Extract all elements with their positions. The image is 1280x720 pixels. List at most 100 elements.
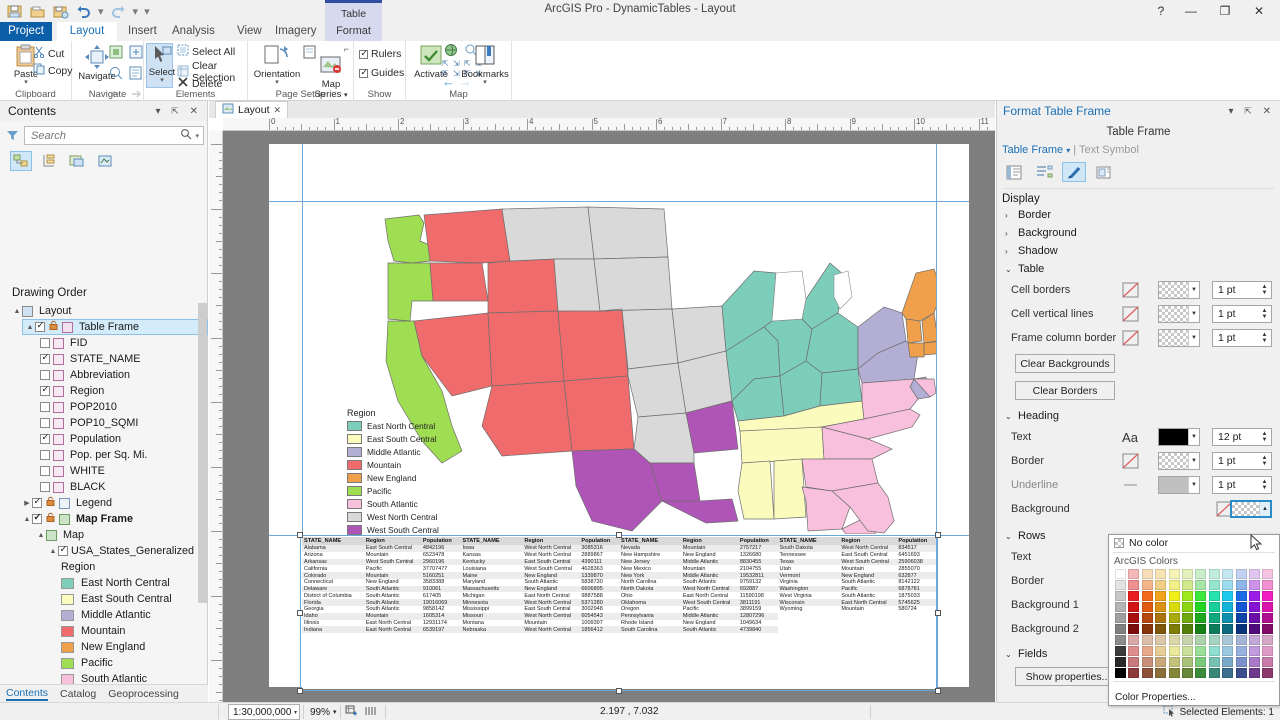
color-swatch[interactable] (1222, 657, 1234, 667)
color-swatch[interactable] (1168, 668, 1180, 678)
field-checkbox[interactable] (40, 482, 50, 492)
toc-row-field[interactable]: Population (0, 431, 208, 447)
toc-row-table-frame[interactable]: ▲ Table Frame (22, 319, 208, 335)
color-swatch[interactable] (1155, 602, 1167, 612)
toc-row-layout[interactable]: ▲ Layout (0, 303, 208, 319)
section-table[interactable]: ⌄ Table (997, 260, 1280, 278)
symbology-swatch[interactable] (61, 673, 74, 685)
color-swatch[interactable] (1128, 591, 1140, 601)
color-swatch[interactable] (1235, 569, 1247, 579)
color-swatch[interactable] (1128, 624, 1140, 634)
color-swatch[interactable] (1181, 569, 1193, 579)
color-swatch[interactable] (1208, 602, 1220, 612)
search-input-wrapper[interactable]: ▾ (24, 126, 204, 145)
heading-text-color-picker[interactable]: ▼ (1158, 428, 1200, 446)
color-swatch[interactable] (1195, 646, 1207, 656)
zoom-to-selection-icon[interactable] (108, 65, 126, 84)
visibility-checkbox[interactable] (58, 544, 68, 556)
color-swatch[interactable] (1168, 602, 1180, 612)
map-scale-combobox[interactable]: 1:30,000,000 ▾ (228, 704, 300, 720)
color-swatch[interactable] (1208, 635, 1220, 645)
stepper[interactable]: ▲ ▼ (1259, 282, 1270, 298)
color-swatch[interactable] (1222, 613, 1234, 623)
table-frame-placement-tab[interactable] (1092, 162, 1116, 182)
color-swatch[interactable] (1235, 646, 1247, 656)
field-checkbox[interactable] (40, 352, 50, 364)
no-symbol-icon[interactable] (1120, 305, 1140, 323)
search-input[interactable] (29, 128, 175, 143)
map-legend-element[interactable]: Region East North Central East South Cent… (347, 408, 439, 537)
color-swatch[interactable] (1141, 668, 1153, 678)
selection-handle[interactable] (297, 688, 303, 694)
color-swatch[interactable] (1248, 624, 1260, 634)
chevron-down-icon[interactable]: ▾ (333, 708, 337, 716)
color-swatch[interactable] (1115, 591, 1126, 601)
selection-handle[interactable] (616, 532, 622, 538)
no-symbol-icon[interactable] (1120, 281, 1140, 299)
toc-row-map[interactable]: ▲ Map (0, 527, 208, 543)
color-swatch[interactable] (1168, 646, 1180, 656)
frame-column-border-width-input[interactable]: 1 pt ▲ ▼ (1212, 329, 1272, 347)
chevron-up-icon[interactable]: ▲ (1259, 502, 1270, 516)
help-button[interactable]: ? (1148, 1, 1174, 22)
color-swatch[interactable] (1181, 580, 1193, 590)
color-swatch[interactable] (1168, 580, 1180, 590)
color-swatch[interactable] (1155, 613, 1167, 623)
color-swatch[interactable] (1155, 657, 1167, 667)
color-swatch[interactable] (1208, 580, 1220, 590)
copy-button[interactable]: Copy (33, 63, 73, 78)
color-swatch[interactable] (1262, 591, 1274, 601)
toc-row-field[interactable]: STATE_NAME (0, 351, 208, 367)
no-symbol-icon[interactable] (1120, 329, 1140, 347)
section-heading[interactable]: ⌄ Heading (997, 407, 1280, 425)
page-ruler-icon[interactable] (364, 705, 378, 720)
heading-border-width-input[interactable]: 1 pt ▲ ▼ (1212, 452, 1272, 470)
tab-insert[interactable]: Insert (119, 22, 166, 41)
format-pane-pin-icon[interactable]: ⇱ (1244, 106, 1256, 116)
color-swatch[interactable] (1115, 580, 1126, 590)
color-swatch[interactable] (1222, 602, 1234, 612)
minimize-button[interactable]: — (1174, 1, 1208, 22)
section-background[interactable]: › Background (997, 224, 1280, 242)
maximize-button[interactable]: ❐ (1208, 1, 1242, 22)
color-swatch[interactable] (1181, 668, 1193, 678)
no-symbol-icon[interactable] (1120, 452, 1140, 470)
toc-row-field[interactable]: Pop. per Sq. Mi. (0, 447, 208, 463)
tab-project[interactable]: Project (0, 22, 52, 41)
chevron-down-icon[interactable]: ▼ (1188, 477, 1199, 493)
expand-twisty-icon[interactable]: ▲ (12, 308, 22, 315)
symbology-swatch[interactable] (61, 593, 74, 605)
color-swatch[interactable] (1115, 668, 1126, 678)
toc-row-map-frame[interactable]: ▲ Map Frame (0, 511, 208, 527)
heading-background-color-picker[interactable]: ▲ (1230, 500, 1272, 518)
tab-format[interactable]: Format (325, 22, 382, 41)
color-swatch[interactable] (1168, 635, 1180, 645)
color-swatch[interactable] (1181, 646, 1193, 656)
dock-tab-contents[interactable]: Contents (6, 687, 49, 701)
selection-handle[interactable] (297, 532, 303, 538)
color-swatch[interactable] (1181, 613, 1193, 623)
selection-handle[interactable] (935, 688, 941, 694)
filter-icon[interactable] (6, 129, 19, 145)
color-swatch[interactable] (1115, 613, 1126, 623)
color-swatch[interactable] (1208, 657, 1220, 667)
view-tab-close-icon[interactable]: ✕ (274, 105, 282, 116)
color-swatch[interactable] (1262, 657, 1274, 667)
field-checkbox[interactable] (40, 402, 50, 412)
symbology-class-row[interactable]: Pacific (0, 655, 208, 671)
visibility-checkbox[interactable] (32, 496, 42, 508)
table-frame-options-tab[interactable] (1002, 162, 1026, 182)
color-swatch[interactable] (1262, 613, 1274, 623)
color-swatch[interactable] (1128, 657, 1140, 667)
paste-dropdown-icon[interactable]: ▾ (24, 79, 28, 86)
stepper[interactable]: ▲ ▼ (1259, 477, 1270, 493)
contents-pin-icon[interactable]: ⇱ (171, 106, 183, 116)
color-swatch[interactable] (1128, 580, 1140, 590)
color-swatch[interactable] (1208, 591, 1220, 601)
cell-borders-color-picker[interactable]: ▼ (1158, 281, 1200, 299)
color-swatch[interactable] (1168, 624, 1180, 634)
dock-tab-catalog[interactable]: Catalog (60, 688, 96, 700)
color-swatch[interactable] (1235, 613, 1247, 623)
color-swatch[interactable] (1222, 580, 1234, 590)
toc-row-field[interactable]: POP2010 (0, 399, 208, 415)
